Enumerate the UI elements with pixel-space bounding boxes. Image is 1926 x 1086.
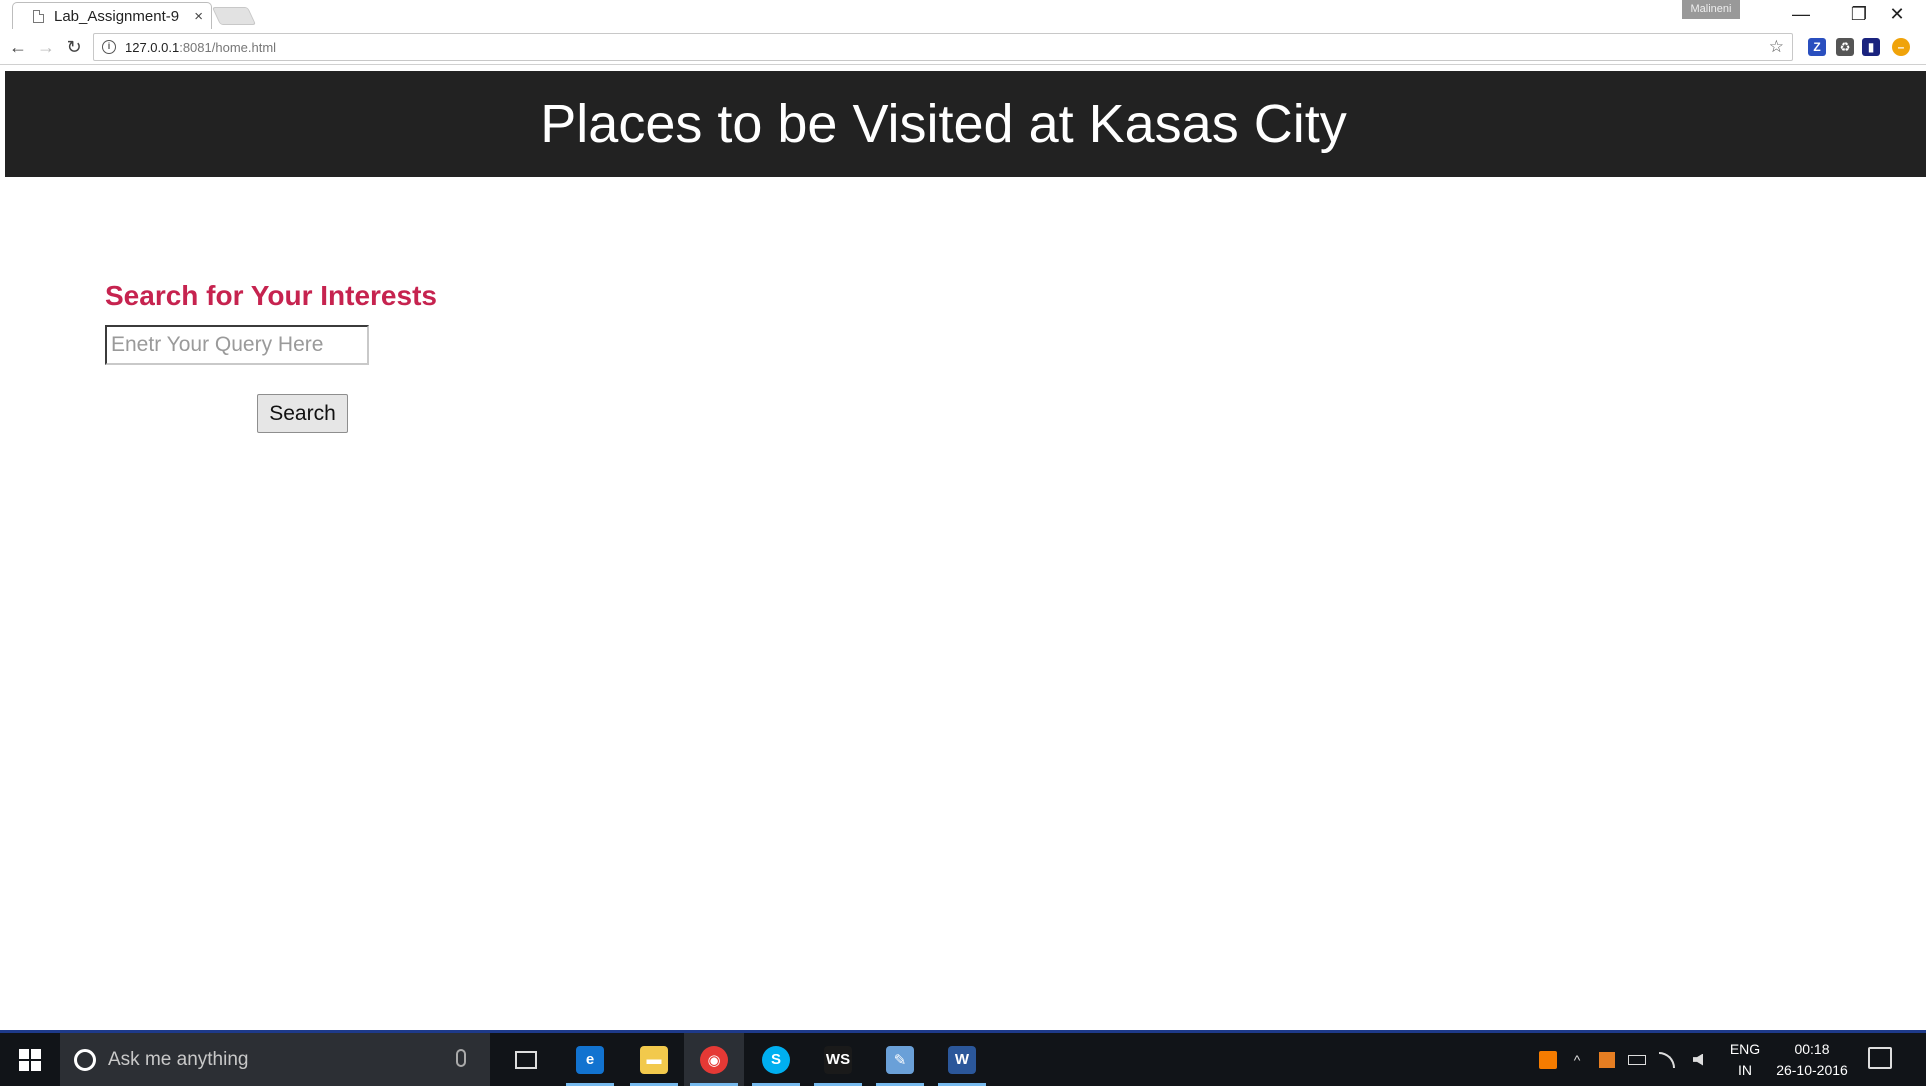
tab-close-icon[interactable]: ×	[194, 8, 203, 25]
show-hidden-icons-button[interactable]: ^	[1566, 1033, 1588, 1086]
taskbar-app-skype[interactable]: S	[746, 1033, 806, 1086]
tab-title: Lab_Assignment-9	[54, 7, 180, 25]
address-bar[interactable]: i 127.0.0.1:8081/home.html ☆	[93, 33, 1793, 61]
page-banner: Places to be Visited at Kasas City	[5, 71, 1926, 177]
back-button[interactable]: ←	[6, 35, 30, 59]
taskbar-app-chrome[interactable]: ◉	[684, 1033, 744, 1086]
page-title: Places to be Visited at Kasas City	[540, 94, 1347, 154]
info-icon[interactable]: i	[102, 40, 116, 54]
search-input[interactable]	[105, 325, 369, 365]
start-button[interactable]	[0, 1033, 60, 1086]
profile-badge[interactable]: Malineni	[1682, 0, 1740, 19]
action-center-icon[interactable]	[1868, 1047, 1892, 1069]
taskbar-app-paint[interactable]: ✎	[870, 1033, 930, 1086]
search-heading: Search for Your Interests	[105, 280, 437, 311]
paint-icon: ✎	[886, 1045, 914, 1074]
search-button[interactable]: Search	[257, 394, 348, 433]
reload-button[interactable]: ↻	[62, 35, 86, 59]
region-code: IN	[1738, 1062, 1752, 1078]
url-host: 127.0.0.1	[125, 39, 180, 55]
taskbar-app-word[interactable]: W	[932, 1033, 992, 1086]
book-extension-icon[interactable]: ▮	[1862, 38, 1880, 56]
taskbar-app-file-explorer[interactable]: ▬	[624, 1033, 684, 1086]
warning-tray-icon[interactable]	[1534, 1033, 1562, 1086]
language-code: ENG	[1729, 1041, 1761, 1057]
browser-toolbar: ← → ↻ i 127.0.0.1:8081/home.html ☆ Z ♻ ▮ –	[0, 29, 1926, 65]
browser-tabstrip: Lab_Assignment-9 × Malineni — ❐ ✕	[0, 0, 1926, 29]
webstorm-icon: WS	[824, 1045, 852, 1074]
volume-icon[interactable]	[1684, 1033, 1712, 1086]
taskbar-app-webstorm[interactable]: WS	[808, 1033, 868, 1086]
edge-icon: e	[576, 1045, 604, 1074]
language-indicator[interactable]: ENG IN	[1724, 1039, 1766, 1081]
windows-logo-icon	[19, 1048, 41, 1071]
wifi-icon[interactable]	[1654, 1033, 1680, 1086]
clock-date: 26-10-2016	[1776, 1062, 1848, 1078]
minimize-button[interactable]: —	[1772, 0, 1830, 29]
document-icon	[33, 9, 44, 23]
forward-button[interactable]: →	[34, 35, 58, 59]
taskbar: Ask me anything e ▬ ◉ S WS ✎ W ^ ENG IN 00:18 …	[0, 1033, 1926, 1086]
page-viewport: Places to be Visited at Kasas City Searc…	[0, 66, 1926, 1030]
browser-tab[interactable]: Lab_Assignment-9 ×	[12, 2, 212, 29]
close-window-button[interactable]: ✕	[1868, 0, 1926, 29]
recycle-extension-icon[interactable]: ♻	[1836, 38, 1854, 56]
clock[interactable]: 00:18 26-10-2016	[1770, 1039, 1854, 1081]
cortana-search-box[interactable]: Ask me anything	[60, 1033, 490, 1086]
task-view-icon	[515, 1050, 537, 1069]
taskbar-app-edge[interactable]: e	[560, 1033, 620, 1086]
bookmark-star-icon[interactable]: ☆	[1769, 37, 1784, 57]
skype-icon: S	[762, 1045, 790, 1074]
screen: Lab_Assignment-9 × Malineni — ❐ ✕ ← → ↻ …	[0, 0, 1926, 1086]
chrome-icon: ◉	[700, 1045, 728, 1074]
cortana-icon	[74, 1048, 96, 1071]
battery-icon[interactable]	[1624, 1033, 1650, 1086]
url-path: :8081/home.html	[179, 39, 277, 55]
new-tab-button[interactable]	[211, 7, 257, 25]
z-extension-icon[interactable]: Z	[1808, 38, 1826, 56]
cortana-placeholder: Ask me anything	[108, 1048, 249, 1070]
update-tray-icon[interactable]	[1594, 1033, 1620, 1086]
clock-time: 00:18	[1794, 1041, 1830, 1057]
orange-extension-icon[interactable]: –	[1892, 38, 1910, 56]
taskbar-app-task-view[interactable]	[496, 1033, 556, 1086]
file-explorer-icon: ▬	[640, 1045, 668, 1074]
microphone-icon[interactable]	[456, 1049, 466, 1067]
word-icon: W	[948, 1045, 976, 1074]
